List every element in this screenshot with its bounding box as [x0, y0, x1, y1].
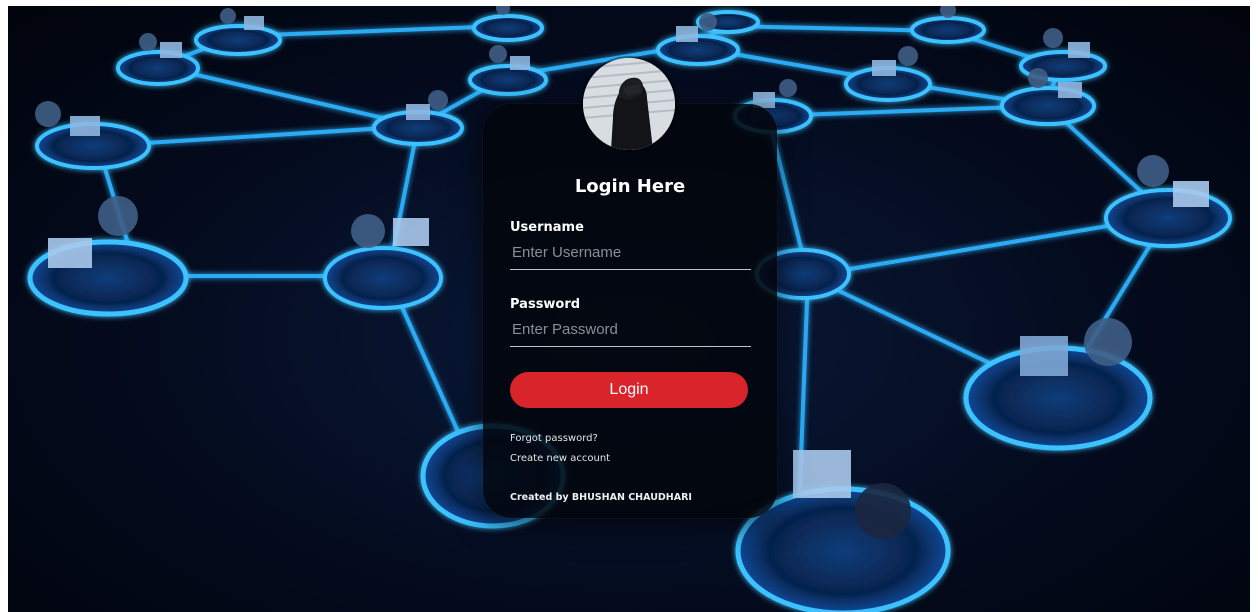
- username-label: Username: [510, 220, 584, 235]
- password-input[interactable]: [510, 317, 751, 347]
- credit-text: Created by BHUSHAN CHAUDHARI: [510, 492, 692, 503]
- password-label: Password: [510, 297, 581, 312]
- login-button[interactable]: Login: [510, 372, 748, 408]
- username-input[interactable]: [510, 240, 751, 270]
- login-title: Login Here: [574, 176, 686, 197]
- forgot-password-link[interactable]: Forgot password?: [510, 433, 598, 444]
- page-viewport: Login Here Username Password Login Forgo…: [8, 6, 1250, 612]
- create-account-link[interactable]: Create new account: [510, 453, 610, 464]
- login-card: Login Here Username Password Login Forgo…: [483, 58, 777, 518]
- profile-avatar-icon: [583, 58, 675, 150]
